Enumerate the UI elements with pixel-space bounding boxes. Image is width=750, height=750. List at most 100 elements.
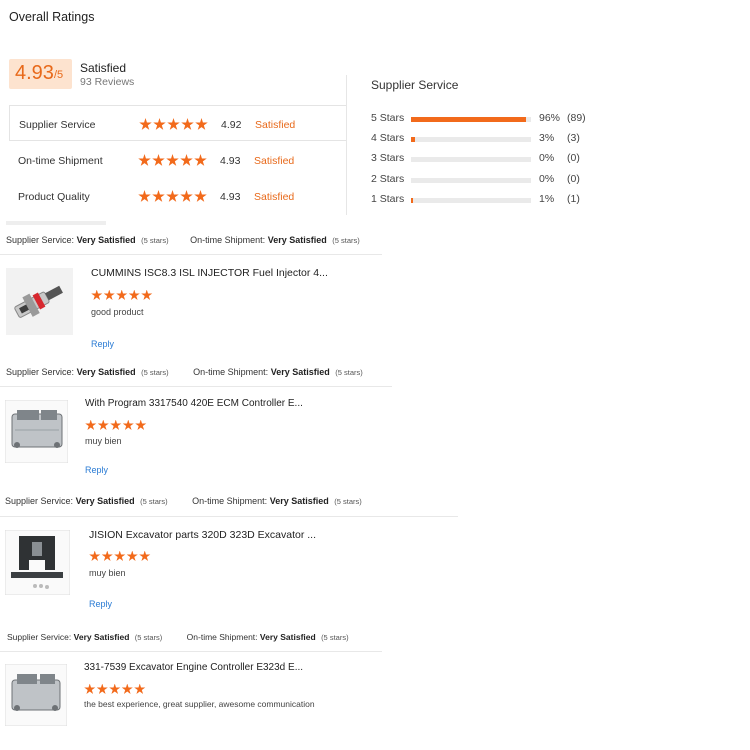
distribution-row[interactable]: 4 Stars 3% (3) bbox=[371, 132, 611, 146]
review-product-title[interactable]: 331-7539 Excavator Engine Controller E32… bbox=[84, 662, 303, 673]
rating-row-supplier-service[interactable]: Supplier Service 4.92 Satisfied bbox=[9, 105, 347, 141]
star-icon bbox=[126, 550, 138, 561]
distribution-percent: 0% bbox=[539, 173, 555, 185]
reply-link[interactable]: Reply bbox=[89, 599, 112, 609]
distribution-row[interactable]: 2 Stars 0% (0) bbox=[371, 173, 611, 187]
meta-label: On-time Shipment: bbox=[190, 235, 266, 245]
rating-status: Satisfied bbox=[254, 155, 295, 167]
reply-link[interactable]: Reply bbox=[85, 465, 108, 475]
meta-value: Very Satisfied bbox=[75, 496, 135, 506]
star-rating bbox=[138, 190, 208, 208]
review-meta: Supplier Service: Very Satisfied (5 star… bbox=[6, 235, 360, 245]
meta-value: Very Satisfied bbox=[76, 367, 136, 377]
rating-value: 4.93 bbox=[220, 191, 241, 203]
controller-image bbox=[4, 663, 68, 727]
star-icon bbox=[139, 550, 151, 561]
star-icon bbox=[97, 419, 109, 430]
distribution-row[interactable]: 5 Stars 96% (89) bbox=[371, 112, 611, 126]
star-icon bbox=[121, 683, 133, 694]
distribution-bar bbox=[411, 198, 531, 203]
meta-label: Supplier Service: bbox=[6, 367, 75, 377]
rating-row-product-quality[interactable]: Product Quality 4.93 Satisfied bbox=[9, 178, 347, 214]
meta-value: Very Satisfied bbox=[267, 235, 327, 245]
distribution-percent: 96% bbox=[539, 112, 561, 124]
star-icon bbox=[152, 190, 165, 202]
meta-stars: (5 stars) bbox=[140, 497, 168, 506]
meta-value: Very Satisfied bbox=[269, 496, 329, 506]
distribution-count: (1) bbox=[567, 193, 580, 205]
product-thumbnail[interactable] bbox=[6, 268, 73, 335]
rating-status: Satisfied bbox=[254, 191, 295, 203]
star-icon bbox=[180, 154, 193, 166]
star-rating bbox=[91, 288, 154, 306]
distribution-title: Supplier Service bbox=[371, 78, 459, 92]
star-icon bbox=[141, 289, 153, 300]
review-text: muy bien bbox=[85, 436, 122, 446]
star-icon bbox=[135, 419, 147, 430]
review-product-title[interactable]: With Program 3317540 420E ECM Controller… bbox=[85, 398, 303, 409]
star-icon bbox=[89, 550, 101, 561]
star-rating bbox=[84, 682, 147, 700]
review-meta: Supplier Service: Very Satisfied (5 star… bbox=[6, 367, 363, 377]
meta-label: Supplier Service: bbox=[6, 235, 75, 245]
star-icon bbox=[122, 419, 134, 430]
star-icon bbox=[114, 550, 126, 561]
divider bbox=[346, 75, 347, 215]
meta-value: Very Satisfied bbox=[76, 235, 136, 245]
rating-row-on-time-shipment[interactable]: On-time Shipment 4.93 Satisfied bbox=[9, 142, 347, 178]
meta-label: On-time Shipment: bbox=[193, 367, 269, 377]
distribution-label: 3 Stars bbox=[371, 152, 405, 164]
distribution-bar bbox=[411, 157, 531, 162]
star-icon bbox=[110, 419, 122, 430]
review-product-title[interactable]: JISION Excavator parts 320D 323D Excavat… bbox=[89, 529, 316, 541]
distribution-row[interactable]: 3 Stars 0% (0) bbox=[371, 152, 611, 166]
bracket-image bbox=[4, 529, 71, 596]
distribution-label: 4 Stars bbox=[371, 132, 405, 144]
review-product-title[interactable]: CUMMINS ISC8.3 ISL INJECTOR Fuel Injecto… bbox=[91, 267, 328, 279]
star-icon bbox=[138, 154, 151, 166]
rating-name: Supplier Service bbox=[19, 119, 96, 131]
rating-status: Satisfied bbox=[255, 119, 296, 131]
review-text: good product bbox=[91, 307, 144, 317]
star-icon bbox=[85, 419, 97, 430]
meta-stars: (5 stars) bbox=[321, 633, 349, 642]
meta-label: On-time Shipment: bbox=[192, 496, 268, 506]
star-icon bbox=[153, 118, 166, 130]
product-thumbnail[interactable] bbox=[4, 529, 71, 596]
star-icon bbox=[101, 550, 113, 561]
distribution-percent: 1% bbox=[539, 193, 555, 205]
meta-stars: (5 stars) bbox=[141, 368, 169, 377]
star-icon bbox=[194, 154, 207, 166]
review-meta: Supplier Service: Very Satisfied (5 star… bbox=[5, 496, 362, 506]
star-icon bbox=[103, 289, 115, 300]
divider bbox=[0, 516, 458, 517]
cropped-text-remnant bbox=[6, 221, 106, 225]
star-icon bbox=[167, 118, 180, 130]
meta-label: On-time Shipment: bbox=[186, 632, 258, 642]
review-text: the best experience, great supplier, awe… bbox=[84, 699, 315, 709]
star-icon bbox=[166, 154, 179, 166]
star-icon bbox=[195, 118, 208, 130]
distribution-bar-fill bbox=[411, 137, 415, 142]
divider bbox=[0, 254, 382, 255]
rating-value: 4.93 bbox=[220, 155, 241, 167]
meta-value: Very Satisfied bbox=[259, 632, 316, 642]
product-thumbnail[interactable] bbox=[4, 663, 68, 727]
star-icon bbox=[134, 683, 146, 694]
distribution-bar-fill bbox=[411, 198, 414, 203]
score-label: Satisfied bbox=[80, 61, 127, 75]
star-icon bbox=[109, 683, 121, 694]
distribution-count: (89) bbox=[567, 112, 586, 124]
star-rating bbox=[85, 418, 148, 436]
reply-link[interactable]: Reply bbox=[91, 339, 114, 349]
star-rating bbox=[139, 118, 209, 136]
meta-stars: (5 stars) bbox=[141, 236, 169, 245]
star-icon bbox=[96, 683, 108, 694]
distribution-label: 5 Stars bbox=[371, 112, 405, 124]
distribution-row[interactable]: 1 Stars 1% (1) bbox=[371, 193, 611, 207]
rating-name: Product Quality bbox=[18, 191, 90, 203]
product-thumbnail[interactable] bbox=[4, 399, 69, 464]
meta-stars: (5 stars) bbox=[334, 497, 362, 506]
star-icon bbox=[84, 683, 96, 694]
meta-value: Very Satisfied bbox=[73, 632, 130, 642]
